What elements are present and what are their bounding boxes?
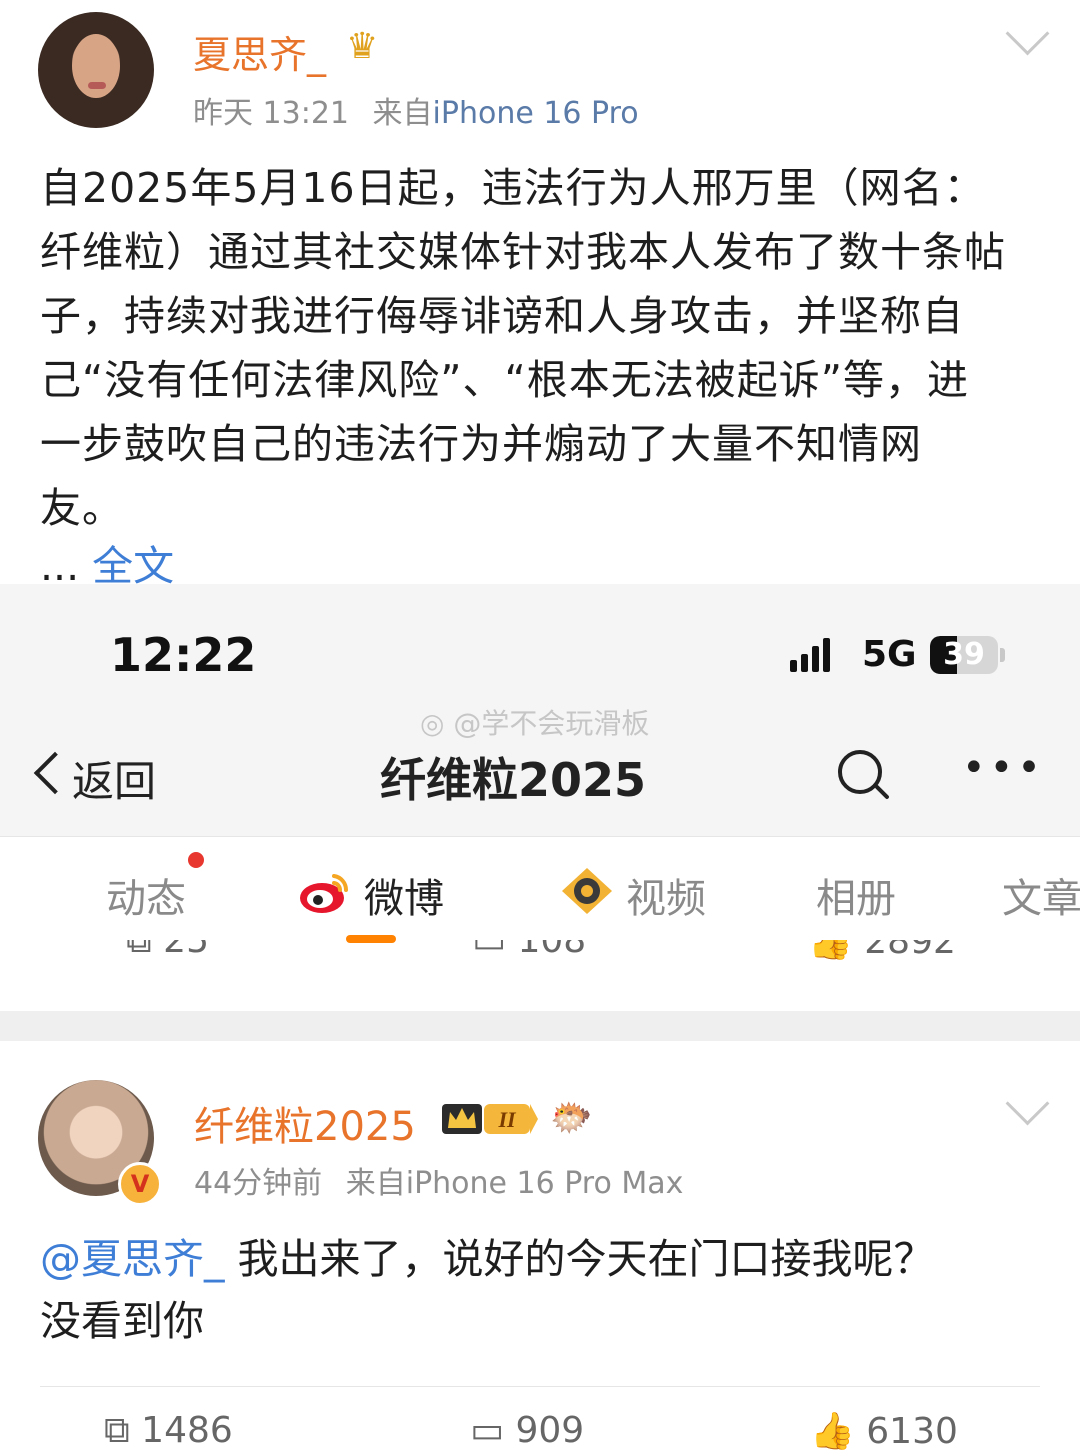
full-text-link[interactable]: 全文 — [92, 542, 174, 590]
tab-video[interactable]: 视频 — [626, 866, 706, 924]
repost-icon: ⧉ — [104, 1410, 130, 1451]
like-icon: 👍 — [808, 940, 853, 962]
notification-dot — [188, 852, 204, 868]
post-body-line: 己“没有任何法律风险”、“根本无法被起诉”等，进 — [40, 356, 969, 404]
comment-icon: ▭ — [472, 940, 507, 961]
post-body-line: 没看到你 — [40, 1297, 204, 1345]
weibo-logo-icon: ◎ — [420, 707, 445, 740]
battery-icon: 39 — [930, 636, 998, 674]
level-badge: II — [497, 1107, 517, 1132]
battery-level: 39 — [943, 637, 985, 672]
watermark: ◎ @学不会玩滑板 — [420, 702, 649, 742]
post-body-line: 纤维粒）通过其社交媒体针对我本人发布了数十条帖 — [40, 228, 1006, 276]
member-crown-badge-icon: II — [442, 1104, 538, 1134]
more-options-button[interactable]: ••• — [962, 745, 1045, 791]
comment-count: 909 — [515, 1410, 585, 1451]
repost-button[interactable]: ⧉ 25 — [126, 940, 209, 984]
like-button[interactable]: 👍 6130 — [810, 1410, 958, 1452]
mention-link[interactable]: @夏思齐_ — [40, 1235, 225, 1283]
tab-weibo[interactable]: 微博 — [364, 866, 444, 924]
battery-tip — [1000, 648, 1005, 662]
post-body: @夏思齐_ 我出来了，说好的今天在门口接我呢？ 没看到你 — [40, 1228, 1040, 1352]
post-time: 昨天 13:21 — [193, 96, 349, 131]
verified-badge-icon: V — [118, 1162, 162, 1206]
avatar[interactable] — [38, 12, 154, 128]
divider — [40, 1386, 1040, 1387]
weibo-icon — [300, 874, 349, 913]
repost-count: 1486 — [141, 1410, 233, 1451]
post-body: 自2025年5月16日起，违法行为人邢万里（网名： 纤维粒）通过其社交媒体针对我… — [40, 156, 1040, 540]
post-source-prefix: 来自 — [345, 1166, 406, 1201]
post-body-line: 子，持续对我进行侮辱诽谤和人身攻击，并坚称自 — [40, 292, 964, 340]
post-meta: 昨天 13:21 来自iPhone 16 Pro — [193, 88, 639, 132]
like-button[interactable]: 👍 2892 — [808, 940, 956, 984]
post-source-prefix: 来自 — [372, 96, 433, 131]
post-author-name[interactable]: 夏思齐_ — [193, 24, 326, 79]
repost-button[interactable]: ⧉ 1486 — [104, 1410, 233, 1452]
post-meta: 44分钟前 来自iPhone 16 Pro Max — [194, 1158, 683, 1202]
comment-button[interactable]: ▭ 909 — [470, 1410, 584, 1451]
repost-icon: ⧉ — [126, 940, 152, 961]
back-button[interactable]: 返回 — [72, 748, 156, 809]
signal-strength-icon — [790, 638, 834, 672]
post-body-line: @夏思齐_ 我出来了，说好的今天在门口接我呢？ — [40, 1228, 1040, 1290]
network-type: 5G — [862, 634, 917, 675]
tab-articles[interactable]: 文章 — [1002, 866, 1080, 924]
comment-count: 108 — [517, 940, 587, 961]
post-author-name[interactable]: 纤维粒2025 — [194, 1094, 416, 1152]
post-body-line: 友。 — [40, 484, 124, 532]
post-device: iPhone 16 Pro Max — [405, 1166, 684, 1201]
avatar-lips — [88, 82, 106, 89]
comment-button[interactable]: ▭ 108 — [472, 940, 586, 984]
watermark-text: @学不会玩滑板 — [453, 707, 650, 740]
fan-badge-icon: 🐡 — [550, 1098, 593, 1138]
tab-active-indicator — [346, 935, 396, 943]
like-icon: 👍 — [810, 1411, 855, 1452]
post-body-line: 自2025年5月16日起，违法行为人邢万里（网名： — [40, 164, 986, 212]
like-count: 6130 — [866, 1411, 958, 1452]
tab-feed[interactable]: 动态 — [106, 866, 186, 924]
page-title: 纤维粒2025 — [380, 753, 647, 807]
post-device: iPhone 16 Pro — [432, 96, 639, 131]
tab-album[interactable]: 相册 — [816, 866, 896, 924]
video-tab-icon — [562, 868, 612, 914]
post-body-text: 我出来了，说好的今天在门口接我呢？ — [237, 1235, 935, 1283]
post-body-line: 一步鼓吹自己的违法行为并煽动了大量不知情网 — [40, 420, 922, 468]
comment-icon: ▭ — [470, 1410, 505, 1451]
repost-count: 25 — [163, 940, 209, 961]
status-time: 12:22 — [110, 628, 257, 682]
ellipsis: ... — [40, 542, 80, 590]
chevron-down-icon[interactable] — [1005, 1081, 1050, 1126]
crown-badge-icon: ♛ — [346, 26, 379, 67]
like-count: 2892 — [864, 940, 956, 962]
feed-separator — [0, 1011, 1080, 1041]
post-time: 44分钟前 — [194, 1166, 323, 1201]
